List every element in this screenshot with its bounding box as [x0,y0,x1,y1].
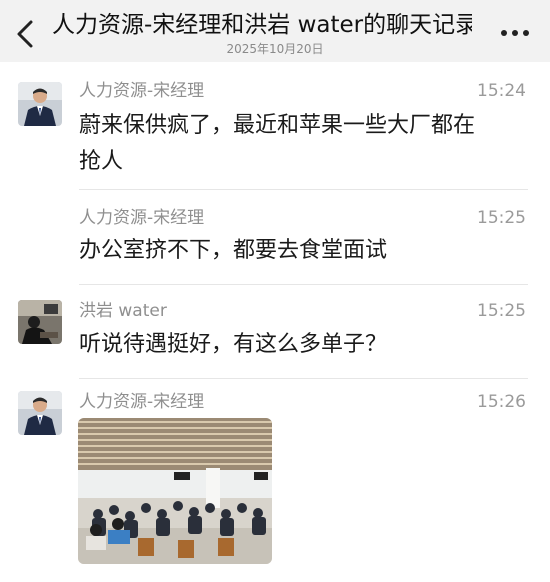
divider [79,378,528,379]
sender-name: 人力资源-宋经理 [79,81,205,101]
chat-date: 2025年10月20日 [226,42,324,56]
chat-title: 人力资源-宋经理和洪岩 water的聊天记录 [52,12,472,38]
sender-name: 洪岩 water [79,301,167,321]
message-item[interactable]: 人力资源-宋经理 15:25 办公室挤不下，都要去食堂面试 [0,205,550,285]
message-text: 听说待遇挺好，有这么多单子？ [79,332,388,357]
divider [79,189,528,190]
message-item[interactable]: 人力资源-宋经理 15:26 [0,388,550,582]
message-time: 15:24 [477,81,526,101]
message-time: 15:25 [477,301,526,321]
sender-name: 人力资源-宋经理 [79,208,205,228]
message-time: 15:25 [477,208,526,228]
sender-name: 人力资源-宋经理 [79,392,205,412]
chat-header: 人力资源-宋经理和洪岩 water的聊天记录 2025年10月20日 [0,0,550,62]
ellipsis-icon [501,30,529,36]
message-item[interactable]: 人力资源-宋经理 15:24 蔚来保供疯了，最近和苹果一些大厂都在 抢人 [0,78,550,190]
avatar[interactable] [18,300,62,344]
avatar[interactable] [18,391,62,435]
message-time: 15:26 [477,392,526,412]
avatar[interactable] [18,82,62,126]
message-item[interactable]: 洪岩 water 15:25 听说待遇挺好，有这么多单子？ [0,297,550,379]
message-text: 办公室挤不下，都要去食堂面试 [79,238,388,263]
cafeteria-photo[interactable] [78,418,272,564]
divider [79,284,528,285]
message-text: 蔚来保供疯了，最近和苹果一些大厂都在 抢人 [79,113,476,174]
more-button[interactable] [498,22,532,44]
